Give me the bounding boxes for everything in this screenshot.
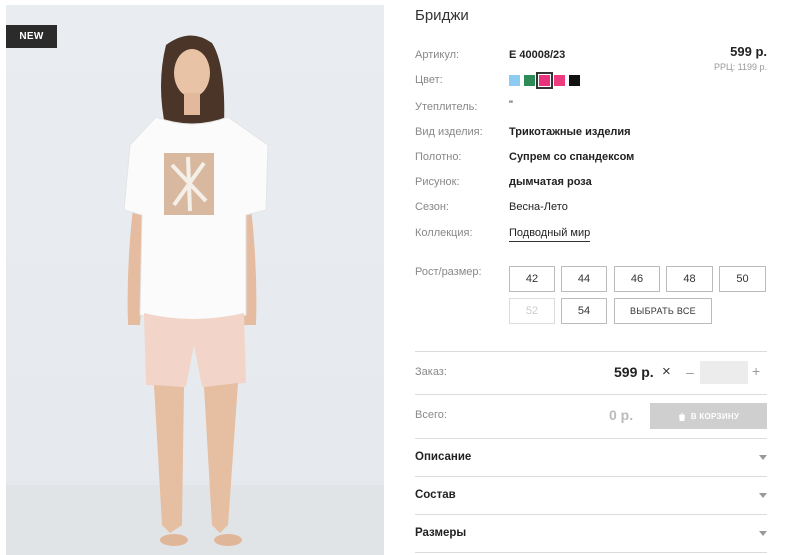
fabric-value: Супрем со спандексом	[509, 151, 635, 163]
size-button[interactable]: 54	[561, 298, 607, 324]
color-label: Цвет:	[415, 74, 443, 86]
chevron-down-icon[interactable]	[759, 493, 767, 498]
collection-link[interactable]: Подводный мир	[509, 227, 591, 242]
product-title: Бриджи	[415, 7, 469, 24]
accordion-composition[interactable]: Состав	[415, 489, 456, 501]
color-swatch[interactable]	[554, 75, 565, 86]
season-label: Сезон:	[415, 201, 449, 213]
new-badge: NEW	[6, 25, 57, 48]
size-button[interactable]: 48	[666, 266, 713, 292]
add-to-cart-label: В КОРЗИНУ	[690, 411, 740, 421]
select-all-sizes-button[interactable]: ВЫБРАТЬ ВСЕ	[614, 298, 712, 324]
fabric-label: Полотно:	[415, 151, 462, 163]
order-label: Заказ:	[415, 366, 447, 378]
pattern-value: дымчатая роза	[509, 176, 592, 188]
basket-icon	[678, 412, 685, 421]
insulation-value: "	[509, 99, 513, 111]
chevron-down-icon[interactable]	[759, 455, 767, 460]
quantity-increment-button[interactable]: +	[752, 363, 760, 379]
divider	[415, 351, 767, 352]
color-swatches	[509, 72, 580, 89]
color-swatch[interactable]	[536, 72, 553, 89]
divider	[415, 552, 767, 553]
color-swatch[interactable]	[524, 75, 535, 86]
type-label: Вид изделия:	[415, 126, 483, 138]
color-swatch[interactable]	[569, 75, 580, 86]
insulation-label: Утеплитель:	[415, 101, 478, 113]
collection-label: Коллекция:	[415, 227, 473, 239]
pattern-label: Рисунок:	[415, 176, 460, 188]
size-button[interactable]: 42	[509, 266, 555, 292]
quantity-decrement-button[interactable]: –	[686, 364, 694, 380]
divider	[415, 514, 767, 515]
size-button[interactable]: 52	[509, 298, 555, 324]
accordion-sizes[interactable]: Размеры	[415, 527, 466, 539]
article-label: Артикул:	[415, 49, 460, 61]
size-button[interactable]: 50	[719, 266, 766, 292]
chevron-down-icon[interactable]	[759, 531, 767, 536]
season-value: Весна-Лето	[509, 201, 568, 213]
accordion-description[interactable]: Описание	[415, 451, 471, 463]
order-price: 599 р.	[614, 364, 654, 380]
divider	[415, 438, 767, 439]
model-illustration	[6, 35, 384, 555]
divider	[415, 394, 767, 395]
size-button[interactable]: 46	[614, 266, 660, 292]
divider	[415, 476, 767, 477]
type-value: Трикотажные изделия	[509, 126, 631, 138]
total-label: Всего:	[415, 409, 447, 421]
total-value: 0 р.	[609, 407, 634, 423]
color-swatch[interactable]	[509, 75, 520, 86]
size-label: Рост/размер:	[415, 266, 482, 278]
article-value: Е 40008/23	[509, 49, 566, 61]
product-price: 599 р.	[730, 44, 767, 59]
rrp-price: РРЦ: 1199 р.	[713, 62, 767, 72]
times-icon: ×	[662, 363, 671, 380]
product-photo[interactable]: NEW	[6, 5, 384, 555]
quantity-input[interactable]	[700, 361, 748, 384]
add-to-cart-button[interactable]: В КОРЗИНУ	[650, 403, 767, 429]
size-button[interactable]: 44	[561, 266, 607, 292]
